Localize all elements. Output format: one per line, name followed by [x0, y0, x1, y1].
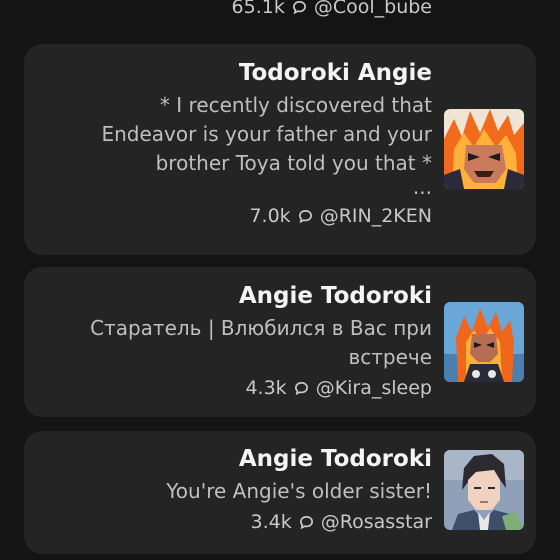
character-avatar — [444, 109, 524, 189]
chat-bubble-icon — [299, 515, 313, 529]
character-description: You're Angie's older sister! — [166, 477, 432, 506]
description-line: Endeavor is your father and your — [101, 122, 432, 146]
message-count: 3.4k — [250, 511, 292, 533]
description-line: brother Toya told you that * — [155, 151, 432, 175]
author-handle[interactable]: @RIN_2KEN — [320, 202, 432, 230]
character-name: Angie Todoroki — [238, 283, 432, 309]
flame-hero-avatar-2 — [444, 302, 524, 382]
message-count: 4.3k — [245, 377, 287, 399]
card-stats: 3.4k @Rosasstar — [166, 508, 432, 536]
flame-hero-avatar — [444, 109, 524, 189]
author-handle[interactable]: @Kira_sleep — [316, 374, 432, 402]
top-card-stats: 65.1k @Cool_bube — [232, 0, 432, 18]
card-stats: 7.0k @RIN_2KEN — [101, 202, 432, 230]
character-avatar — [444, 450, 524, 530]
character-card[interactable]: Angie Todoroki Старатель | Влюбился в Ва… — [24, 267, 536, 417]
description-line: встрече — [348, 345, 432, 369]
character-avatar — [444, 302, 524, 382]
chat-bubble-icon — [298, 209, 312, 223]
character-description: Старатель | Влюбился в Вас при встрече — [90, 314, 432, 372]
character-card[interactable]: Todoroki Angie * I recently discovered t… — [24, 44, 536, 255]
card-stats: 4.3k @Kira_sleep — [90, 374, 432, 402]
author-handle[interactable]: @Rosasstar — [321, 508, 432, 536]
character-card[interactable]: Angie Todoroki You're Angie's older sist… — [24, 431, 536, 554]
description-line: Старатель | Влюбился в Вас при — [90, 316, 432, 340]
chat-bubble-icon — [294, 381, 308, 395]
description-line: * I recently discovered that — [159, 93, 432, 117]
message-count: 65.1k — [231, 0, 285, 18]
message-count: 7.0k — [249, 205, 291, 227]
description-line: ... — [412, 175, 432, 199]
chat-bubble-icon — [292, 0, 306, 14]
character-name: Todoroki Angie — [238, 60, 432, 86]
character-description: * I recently discovered that Endeavor is… — [101, 91, 432, 199]
character-name: Angie Todoroki — [238, 446, 432, 472]
description-line: You're Angie's older sister! — [166, 479, 432, 503]
author-handle: @Cool_bube — [313, 0, 432, 18]
dark-haired-man-avatar — [444, 450, 524, 530]
